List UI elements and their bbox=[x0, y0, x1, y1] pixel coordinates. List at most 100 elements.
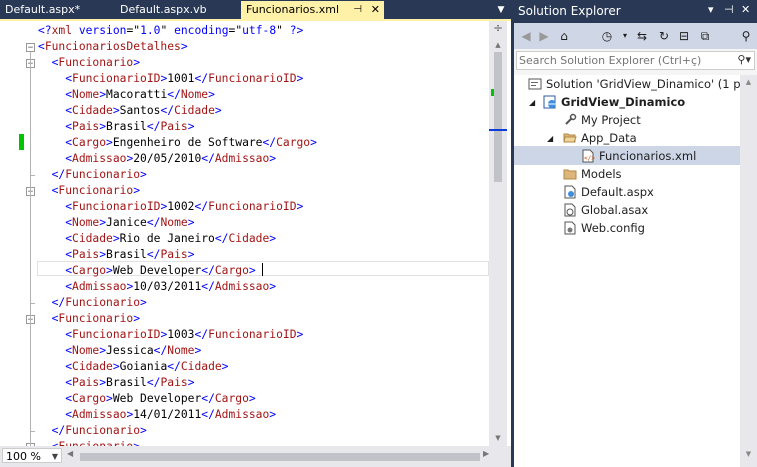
code-token: Cargo bbox=[214, 392, 249, 405]
scroll-down-icon[interactable]: ▼ bbox=[489, 431, 507, 445]
show-all-files-icon[interactable]: ⧉ bbox=[696, 27, 714, 45]
sync-icon[interactable]: ⇆ bbox=[633, 27, 651, 45]
refresh-icon[interactable]: ↻ bbox=[655, 27, 673, 45]
code-line[interactable]: <FuncionarioID>1001</FuncionarioID> bbox=[38, 71, 303, 87]
code-line[interactable]: <FuncionarioID>1003</FuncionarioID> bbox=[38, 327, 303, 343]
scroll-right-icon[interactable]: ▶ bbox=[483, 449, 489, 458]
code-token: Pais bbox=[72, 248, 100, 261]
code-line[interactable]: <Cidade>Goiania</Cidade> bbox=[38, 359, 228, 375]
code-line[interactable]: <Pais>Brasil</Pais> bbox=[38, 247, 194, 263]
code-line[interactable]: <Funcionario> bbox=[38, 183, 140, 199]
expand-icon[interactable]: ◢ bbox=[529, 98, 535, 107]
code-token: Nome bbox=[160, 216, 188, 229]
tab-label: Default.aspx* bbox=[5, 3, 81, 16]
close-icon[interactable]: ✕ bbox=[371, 1, 380, 19]
code-editor[interactable]: <?xml version="1.0" encoding="utf-8" ?> <… bbox=[0, 19, 511, 463]
code-line[interactable]: </Funcionario> bbox=[38, 167, 147, 183]
code-token: </ bbox=[38, 296, 66, 309]
code-line[interactable]: <Cargo>Web Developer</Cargo> bbox=[38, 391, 256, 407]
tab-default-aspx-vb[interactable]: Default.aspx.vb bbox=[115, 1, 242, 19]
code-line[interactable]: <Admissao>14/01/2011</Admissao> bbox=[38, 407, 276, 423]
tree-node-label: My Project bbox=[581, 113, 641, 127]
editor-vertical-scrollbar[interactable]: ÷ ▲ ▼ bbox=[489, 21, 507, 448]
code-line[interactable]: <Nome>Jessica</Nome> bbox=[38, 343, 201, 359]
search-input[interactable] bbox=[519, 53, 729, 68]
search-icon[interactable]: ⚲▾ bbox=[737, 53, 751, 66]
tab-funcionarios-xml[interactable]: Funcionarios.xml ⊣ ✕ bbox=[241, 1, 384, 19]
solution-explorer-titlebar: Solution Explorer ▾ ⊣ ✕ bbox=[514, 0, 757, 23]
home-icon[interactable]: ⌂ bbox=[555, 27, 573, 45]
tab-list-dropdown-icon[interactable]: ▼ bbox=[493, 2, 509, 18]
code-token: > bbox=[194, 344, 202, 357]
code-line[interactable]: <Funcionario> bbox=[38, 55, 140, 71]
code-line[interactable]: <Cidade>Santos</Cidade> bbox=[38, 103, 221, 119]
code-line[interactable]: <Nome>Macoratti</Nome> bbox=[38, 87, 215, 103]
pin-icon[interactable]: ⊣ bbox=[353, 1, 362, 19]
code-token: Admissao bbox=[214, 152, 270, 165]
scroll-up-icon[interactable]: ▲ bbox=[489, 38, 507, 52]
code-line[interactable]: <Pais>Brasil</Pais> bbox=[38, 375, 195, 391]
history-icon[interactable]: ◷ bbox=[598, 27, 616, 45]
code-line[interactable]: <?xml version="1.0" encoding="utf-8" ?> bbox=[38, 23, 303, 39]
code-line[interactable]: <Funcionario> bbox=[38, 311, 140, 327]
code-line[interactable]: </Funcionario> bbox=[38, 423, 147, 439]
tree-node-web-config[interactable]: Web.config bbox=[563, 219, 645, 237]
tree-node-project[interactable]: GridView_Dinamico bbox=[543, 93, 685, 111]
solution-search-box[interactable]: ⚲▾ bbox=[516, 51, 755, 70]
code-line[interactable]: <Cargo>Engenheiro de Software</Cargo> bbox=[38, 135, 317, 151]
scrollbar-thumb[interactable] bbox=[494, 52, 502, 182]
tab-default-aspx[interactable]: Default.aspx* bbox=[0, 1, 101, 19]
code-token: FuncionariosDetalhes bbox=[44, 40, 181, 53]
pin-icon[interactable]: ⊣ bbox=[724, 3, 734, 16]
code-line[interactable]: <FuncionarioID>1002</FuncionarioID> bbox=[38, 199, 303, 215]
code-token: </ bbox=[153, 344, 168, 357]
code-line[interactable]: <Admissao>20/05/2010</Admissao> bbox=[38, 151, 276, 167]
horizontal-scrollbar-thumb[interactable] bbox=[80, 453, 480, 461]
code-token: Admissao bbox=[72, 408, 127, 421]
code-line[interactable]: <Admissao>10/03/2011</Admissao> bbox=[38, 279, 276, 295]
split-window-icon[interactable]: ÷ bbox=[490, 21, 506, 37]
code-token: </ bbox=[194, 72, 209, 85]
code-token: < bbox=[38, 152, 73, 165]
code-token: > bbox=[269, 408, 277, 421]
chevron-down-icon[interactable]: ▾ bbox=[616, 27, 634, 45]
collapse-icon[interactable]: − bbox=[26, 43, 35, 53]
code-token: Cidade bbox=[72, 360, 113, 373]
collapse-all-icon[interactable]: ⊟ bbox=[675, 27, 693, 45]
code-token: Cidade bbox=[180, 360, 222, 373]
code-line[interactable]: <Cidade>Rio de Janeiro</Cidade> bbox=[38, 231, 276, 247]
code-token: > bbox=[187, 120, 195, 133]
expand-icon[interactable]: ◢ bbox=[547, 134, 553, 143]
tree-node-global-asax[interactable]: Global.asax bbox=[563, 201, 648, 219]
code-line[interactable]: </Funcionario> bbox=[38, 295, 147, 311]
code-token: </ bbox=[214, 232, 229, 245]
close-icon[interactable]: ✕ bbox=[741, 3, 750, 16]
code-lines[interactable]: <?xml version="1.0" encoding="utf-8" ?> <… bbox=[38, 23, 489, 448]
tree-node-label: Solution 'GridView_Dinamico' (1 project) bbox=[546, 77, 757, 91]
code-token: Santos bbox=[119, 104, 161, 117]
code-line[interactable]: <Pais>Brasil</Pais> bbox=[38, 119, 195, 135]
tree-node-app-data[interactable]: App_Data bbox=[563, 129, 637, 147]
code-token: < bbox=[38, 392, 73, 405]
scroll-down-icon[interactable]: ▼ bbox=[740, 450, 757, 458]
code-token: < bbox=[38, 120, 73, 133]
forward-icon[interactable]: ▶ bbox=[535, 27, 553, 45]
code-line[interactable]: <FuncionariosDetalhes> bbox=[38, 39, 188, 55]
code-token: </ bbox=[167, 360, 181, 373]
panel-options-icon[interactable]: ▾ bbox=[708, 3, 714, 16]
code-token: FuncionarioID bbox=[72, 328, 161, 341]
code-token: > bbox=[187, 376, 195, 389]
scroll-left-icon[interactable]: ◀ bbox=[67, 449, 73, 458]
code-line[interactable]: <Cargo>Web Developer</Cargo> bbox=[38, 263, 256, 279]
properties-icon[interactable]: ⚲ bbox=[737, 27, 755, 45]
code-line[interactable]: <Nome>Janice</Nome> bbox=[38, 215, 194, 231]
tree-node-default-aspx[interactable]: Default.aspx bbox=[563, 183, 654, 201]
scroll-up-icon[interactable]: ▲ bbox=[740, 78, 757, 86]
zoom-dropdown[interactable]: 100 % ▼ bbox=[2, 448, 62, 463]
tree-node-models[interactable]: Models bbox=[563, 165, 622, 183]
tree-node-solution[interactable]: Solution 'GridView_Dinamico' (1 project) bbox=[528, 75, 757, 93]
tree-node-funcionarios-xml[interactable]: </> Funcionarios.xml bbox=[581, 147, 696, 165]
back-icon[interactable]: ◀ bbox=[517, 27, 535, 45]
tree-node-my-project[interactable]: My Project bbox=[563, 111, 641, 129]
tree-vertical-scrollbar[interactable]: ▲ ▼ bbox=[740, 75, 757, 467]
